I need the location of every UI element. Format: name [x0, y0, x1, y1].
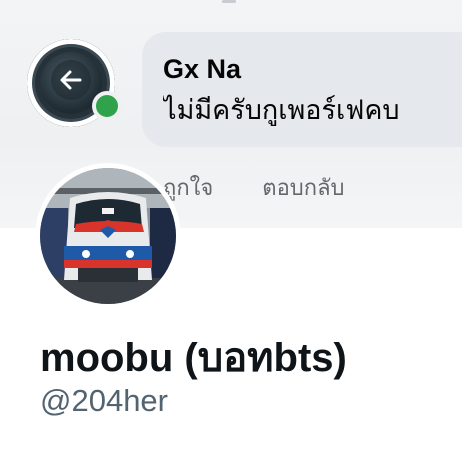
- bts-train-photo: [40, 168, 176, 304]
- back-arrow-icon[interactable]: [51, 60, 91, 100]
- profile-avatar[interactable]: [35, 163, 181, 309]
- banner-edge-artifact: [222, 0, 236, 3]
- comment-text: ไม่มีครับกูเพอร์เฟคบ: [163, 95, 400, 126]
- like-action: ถูกใจ: [163, 176, 214, 201]
- profile-display-name: moobu (บอทbts): [40, 336, 347, 380]
- reply-action: ตอบกลับ: [262, 176, 345, 201]
- online-status-dot: [96, 95, 118, 117]
- comment-actions: ถูกใจ ตอบกลับ: [163, 170, 387, 205]
- commenter-name: Gx Na: [163, 54, 242, 84]
- profile-handle: @204her: [40, 383, 168, 418]
